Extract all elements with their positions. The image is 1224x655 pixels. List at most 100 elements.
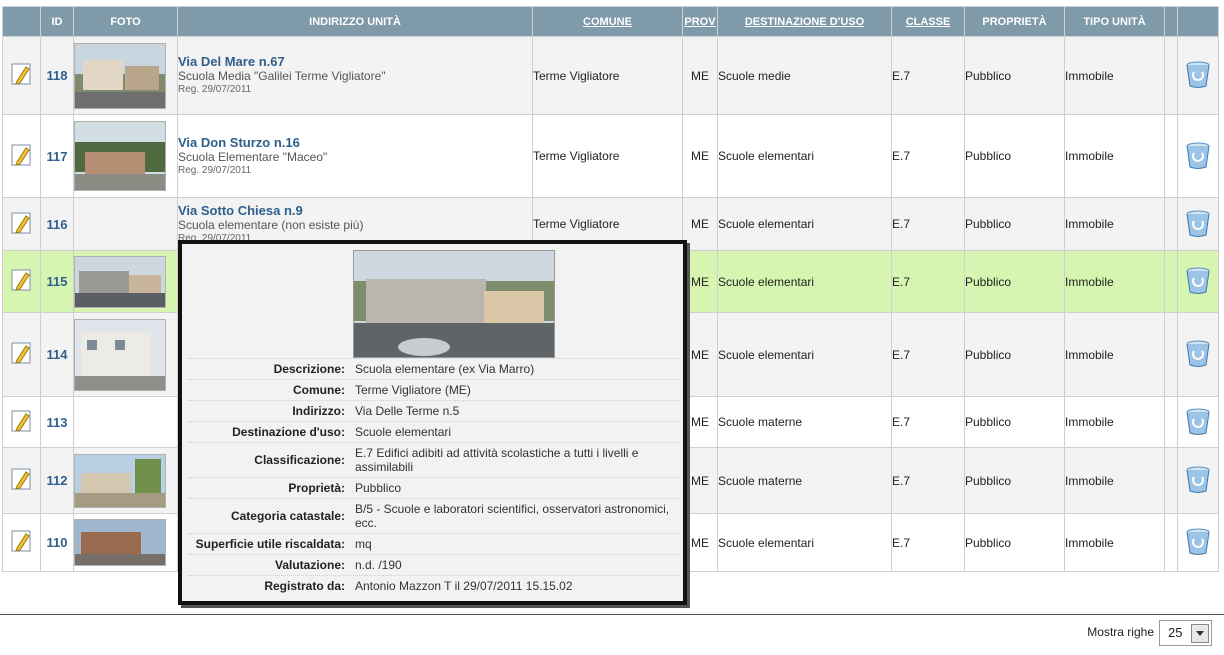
building-photo[interactable] (74, 121, 166, 191)
cell-tipo: Immobile (1064, 447, 1165, 514)
table-row[interactable]: 117 Via Don Sturzo n.16 Scuola Elementar… (2, 114, 1219, 198)
tooltip-value: Terme Vigliatore (ME) (355, 383, 471, 397)
recycle-bin-icon[interactable] (1185, 526, 1211, 556)
edit-pencil-icon[interactable] (11, 409, 33, 433)
tooltip-building-photo (353, 250, 555, 358)
tooltip-value: Antonio Mazzon T il 29/07/2011 15.15.02 (355, 579, 573, 593)
header-comune-label[interactable]: COMUNE (583, 16, 632, 28)
row-id[interactable]: 116 (40, 197, 74, 251)
cell-prov: ME (682, 114, 718, 198)
cell-destinazione: Scuole materne (717, 447, 892, 514)
header-destinazione-sort[interactable]: DESTINAZIONE D'USO (717, 6, 892, 37)
tooltip-value: Scuola elementare (ex Via Marro) (355, 362, 535, 376)
building-photo[interactable] (74, 255, 166, 308)
edit-pencil-icon[interactable] (11, 341, 33, 365)
tooltip-label: Proprietà: (288, 481, 345, 495)
tooltip-label: Comune: (293, 383, 345, 397)
cell-destinazione: Scuole elementari (717, 250, 892, 313)
tooltip-value: n.d. /190 (355, 558, 402, 572)
tooltip-row-comune: Comune: Terme Vigliatore (ME) (188, 379, 680, 400)
cell-proprieta: Pubblico (964, 114, 1065, 198)
unit-address-link[interactable]: Via Sotto Chiesa n.9 (178, 203, 532, 218)
row-id[interactable]: 110 (40, 513, 74, 572)
cell-prov: ME (682, 36, 718, 115)
cell-prov: ME (682, 513, 718, 572)
cell-tipo: Immobile (1064, 250, 1165, 313)
tooltip-row-registrato: Registrato da: Antonio Mazzon T il 29/07… (188, 575, 680, 596)
tooltip-label: Destinazione d'uso: (232, 425, 345, 439)
rows-per-page-value[interactable]: 25 (1168, 625, 1182, 640)
header-classe-sort[interactable]: CLASSE (891, 6, 965, 37)
rows-per-page-select[interactable]: 25 (1159, 620, 1212, 646)
building-photo[interactable] (74, 453, 166, 508)
recycle-bin-icon[interactable] (1185, 265, 1211, 295)
row-id[interactable]: 118 (40, 36, 74, 115)
unit-registration: Reg. 29/07/2011 (178, 84, 252, 95)
cell-destinazione: Scuole elementari (717, 197, 892, 251)
cell-classe: E.7 (891, 36, 965, 115)
tooltip-row-indirizzo: Indirizzo: Via Delle Terme n.5 (188, 400, 680, 421)
cell-destinazione: Scuole elementari (717, 114, 892, 198)
cell-prov: ME (682, 396, 718, 448)
building-photo[interactable] (74, 519, 166, 566)
tooltip-label: Categoria catastale: (230, 509, 345, 523)
cell-destinazione: Scuole elementari (717, 513, 892, 572)
tooltip-value: B/5 - Scuole e laboratori scientifici, o… (355, 502, 670, 530)
rows-per-page-label: Mostra righe (1087, 625, 1154, 639)
cell-proprieta: Pubblico (964, 396, 1065, 448)
recycle-bin-icon[interactable] (1185, 406, 1211, 436)
cell-tipo: Immobile (1064, 36, 1165, 115)
cell-tipo: Immobile (1064, 513, 1165, 572)
header-destinazione-label[interactable]: DESTINAZIONE D'USO (745, 16, 864, 28)
header-id: ID (40, 6, 74, 37)
edit-pencil-icon[interactable] (11, 143, 33, 167)
cell-classe: E.7 (891, 114, 965, 198)
header-actions (2, 6, 41, 37)
building-photo[interactable] (74, 318, 166, 391)
recycle-bin-icon[interactable] (1185, 338, 1211, 368)
table-header-row: ID FOTO INDIRIZZO UNITÀ COMUNE PROV DEST… (2, 6, 1219, 37)
edit-pencil-icon[interactable] (11, 467, 33, 491)
tooltip-row-categoria: Categoria catastale: B/5 - Scuole e labo… (188, 498, 680, 533)
tooltip-value: mq (355, 537, 372, 551)
edit-pencil-icon[interactable] (11, 62, 33, 86)
tooltip-label: Registrato da: (264, 579, 345, 593)
cell-classe: E.7 (891, 250, 965, 313)
unit-address-link[interactable]: Via Del Mare n.67 (178, 54, 532, 69)
header-proprieta-label: PROPRIETÀ (982, 15, 1047, 28)
building-photo[interactable] (74, 42, 166, 109)
table-row[interactable]: 118 Via Del Mare n.67 Scuola Media "Gali… (2, 36, 1219, 115)
chevron-down-icon[interactable] (1191, 624, 1209, 643)
cell-prov: ME (682, 197, 718, 251)
tooltip-value: Pubblico (355, 481, 402, 495)
row-id[interactable]: 113 (40, 396, 74, 448)
header-prov-sort[interactable]: PROV (682, 6, 718, 37)
header-proprieta: PROPRIETÀ (964, 6, 1065, 37)
unit-address-link[interactable]: Via Don Sturzo n.16 (178, 135, 532, 150)
cell-comune: Terme Vigliatore (532, 114, 683, 198)
row-id[interactable]: 112 (40, 447, 74, 514)
edit-pencil-icon[interactable] (11, 211, 33, 235)
cell-proprieta: Pubblico (964, 197, 1065, 251)
tooltip-row-proprieta: Proprietà: Pubblico (188, 477, 680, 498)
row-id[interactable]: 114 (40, 312, 74, 397)
header-tipo-label: TIPO UNITÀ (1083, 15, 1146, 28)
tooltip-label: Valutazione: (274, 558, 345, 572)
header-prov-label[interactable]: PROV (684, 16, 715, 28)
tooltip-row-descrizione: Descrizione: Scuola elementare (ex Via M… (188, 358, 680, 379)
header-classe-label[interactable]: CLASSE (906, 16, 951, 28)
cell-tipo: Immobile (1064, 312, 1165, 397)
cell-tipo: Immobile (1064, 197, 1165, 251)
row-id[interactable]: 115 (40, 250, 74, 313)
table-footer: Mostra righe 25 (0, 614, 1224, 655)
tooltip-row-destinazione: Destinazione d'uso: Scuole elementari (188, 421, 680, 442)
edit-pencil-icon[interactable] (11, 268, 33, 292)
edit-pencil-icon[interactable] (11, 529, 33, 553)
row-id[interactable]: 117 (40, 114, 74, 198)
header-comune-sort[interactable]: COMUNE (532, 6, 683, 37)
recycle-bin-icon[interactable] (1185, 208, 1211, 238)
recycle-bin-icon[interactable] (1185, 464, 1211, 494)
header-indirizzo: INDIRIZZO UNITÀ (177, 6, 533, 37)
recycle-bin-icon[interactable] (1185, 59, 1211, 89)
recycle-bin-icon[interactable] (1185, 140, 1211, 170)
